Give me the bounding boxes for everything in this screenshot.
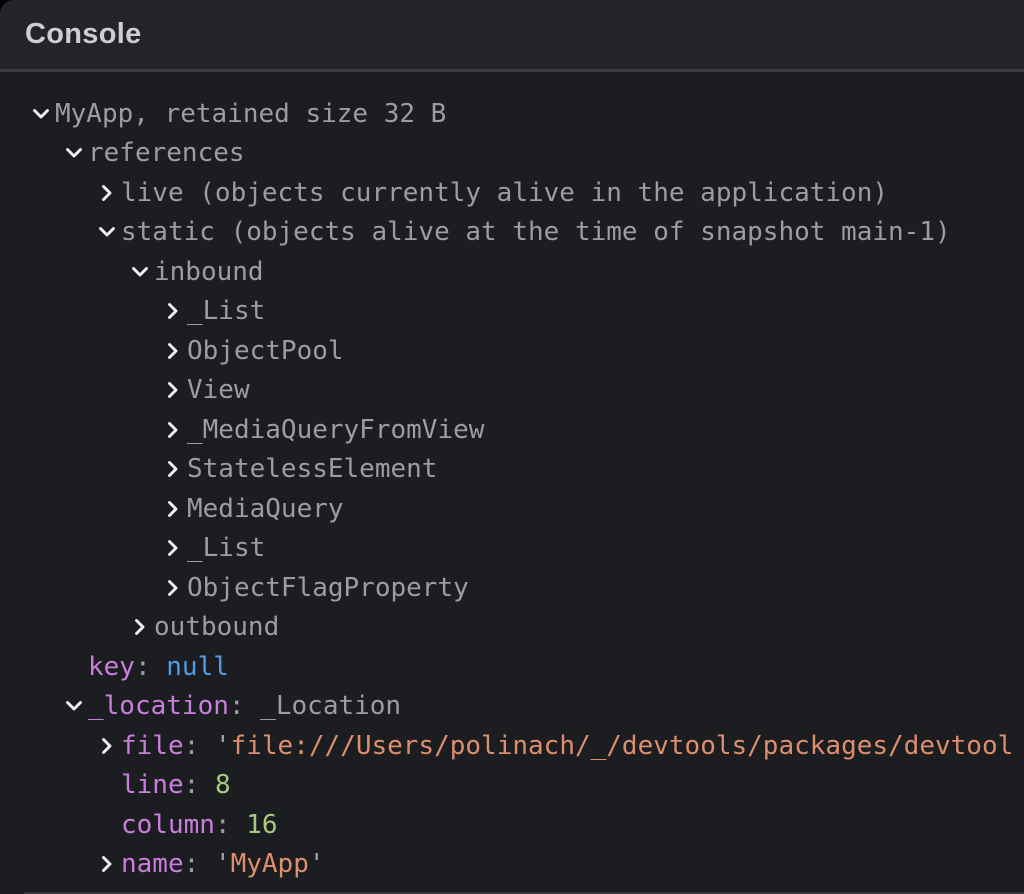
chevron-right-icon[interactable] [163, 380, 183, 400]
chevron-right-icon[interactable] [130, 617, 150, 637]
tree-node-label: MyApp, retained size 32 B [55, 99, 446, 129]
property-name: line [121, 770, 184, 800]
chevron-down-icon[interactable] [130, 262, 150, 282]
property-name: name [121, 849, 184, 879]
tree-row-prop-file[interactable]: file: 'file:///Users/polinach/_/devtools… [0, 726, 1024, 766]
chevron-right-icon[interactable] [163, 301, 183, 321]
tree-row-inbound[interactable]: inbound [0, 252, 1024, 292]
property-value: MyApp [231, 849, 309, 879]
tree-node-label: MediaQuery [187, 494, 344, 524]
tree-row-references-live[interactable]: live (objects currently alive in the app… [0, 173, 1024, 213]
property-name: _location [88, 691, 229, 721]
tree-node-label: live (objects currently alive in the app… [121, 178, 888, 208]
chevron-right-icon[interactable] [97, 736, 117, 756]
tree-row-prop-name[interactable]: name: 'MyApp' [0, 845, 1024, 885]
tree-node-label: outbound [154, 612, 279, 642]
property-value: 8 [215, 770, 231, 800]
tree-row-prop-key[interactable]: key: null [0, 647, 1024, 687]
property-name: column [121, 810, 215, 840]
chevron-down-icon[interactable] [64, 143, 84, 163]
arrow-spacer [64, 657, 84, 677]
chevron-down-icon[interactable] [31, 104, 51, 124]
chevron-right-icon[interactable] [163, 499, 183, 519]
tree-node-label: StatelessElement [187, 454, 437, 484]
property-name: file [121, 731, 184, 761]
chevron-down-icon[interactable] [64, 696, 84, 716]
tree-row-inbound-statelesselement[interactable]: StatelessElement [0, 450, 1024, 490]
tree-row-prop-line[interactable]: line: 8 [0, 766, 1024, 806]
property-value: _Location [260, 691, 401, 721]
tree-node-label: _MediaQueryFromView [187, 415, 484, 445]
tree-node-label: ObjectFlagProperty [187, 573, 469, 603]
tree-row-references-static[interactable]: static (objects alive at the time of sna… [0, 213, 1024, 253]
tree-node-label: ObjectPool [187, 336, 344, 366]
object-tree: MyApp, retained size 32 B references live … [0, 72, 1024, 884]
tree-node-label: inbound [154, 257, 264, 287]
tree-node-label: _List [187, 533, 265, 563]
tree-row-inbound-list-1[interactable]: _List [0, 292, 1024, 332]
chevron-right-icon[interactable] [163, 341, 183, 361]
chevron-right-icon[interactable] [163, 459, 183, 479]
tree-row-inbound-view[interactable]: View [0, 371, 1024, 411]
chevron-down-icon[interactable] [97, 222, 117, 242]
property-separator: : [135, 652, 166, 682]
tree-row-outbound[interactable]: outbound [0, 608, 1024, 648]
tree-row-inbound-mediaquery[interactable]: MediaQuery [0, 489, 1024, 529]
tree-node-label: View [187, 375, 250, 405]
property-name: key [88, 652, 135, 682]
property-value: 16 [246, 810, 277, 840]
arrow-spacer [97, 775, 117, 795]
tree-row-references[interactable]: references [0, 134, 1024, 174]
tree-node-label: references [88, 138, 245, 168]
tree-row-prop-column[interactable]: column: 16 [0, 805, 1024, 845]
chevron-right-icon[interactable] [163, 578, 183, 598]
property-separator: : [184, 849, 215, 879]
chevron-right-icon[interactable] [163, 420, 183, 440]
property-separator: : [215, 810, 246, 840]
property-separator: : [229, 691, 260, 721]
chevron-right-icon[interactable] [97, 183, 117, 203]
panel-title: Console [25, 18, 142, 51]
property-value: null [166, 652, 229, 682]
string-quote: ' [309, 849, 325, 879]
tree-row-inbound-objectflagproperty[interactable]: ObjectFlagProperty [0, 568, 1024, 608]
tree-row-inbound-mediaqueryfromview[interactable]: _MediaQueryFromView [0, 410, 1024, 450]
string-quote: ' [215, 849, 231, 879]
tree-row-inbound-list-2[interactable]: _List [0, 529, 1024, 569]
tree-node-label: static (objects alive at the time of sna… [121, 217, 951, 247]
property-separator: : [184, 770, 215, 800]
tree-node-label: _List [187, 296, 265, 326]
arrow-spacer [97, 815, 117, 835]
tree-row-prop-location[interactable]: _location: _Location [0, 687, 1024, 727]
property-separator: : [184, 731, 215, 761]
tree-row-myapp-root[interactable]: MyApp, retained size 32 B [0, 94, 1024, 134]
tree-row-inbound-objectpool[interactable]: ObjectPool [0, 331, 1024, 371]
console-header: Console [0, 0, 1024, 69]
property-value: file:///Users/polinach/_/devtools/packag… [231, 731, 1014, 761]
console-panel: Console MyApp, retained size 32 B referen… [0, 0, 1024, 894]
chevron-right-icon[interactable] [97, 854, 117, 874]
string-quote: ' [215, 731, 231, 761]
chevron-right-icon[interactable] [163, 538, 183, 558]
